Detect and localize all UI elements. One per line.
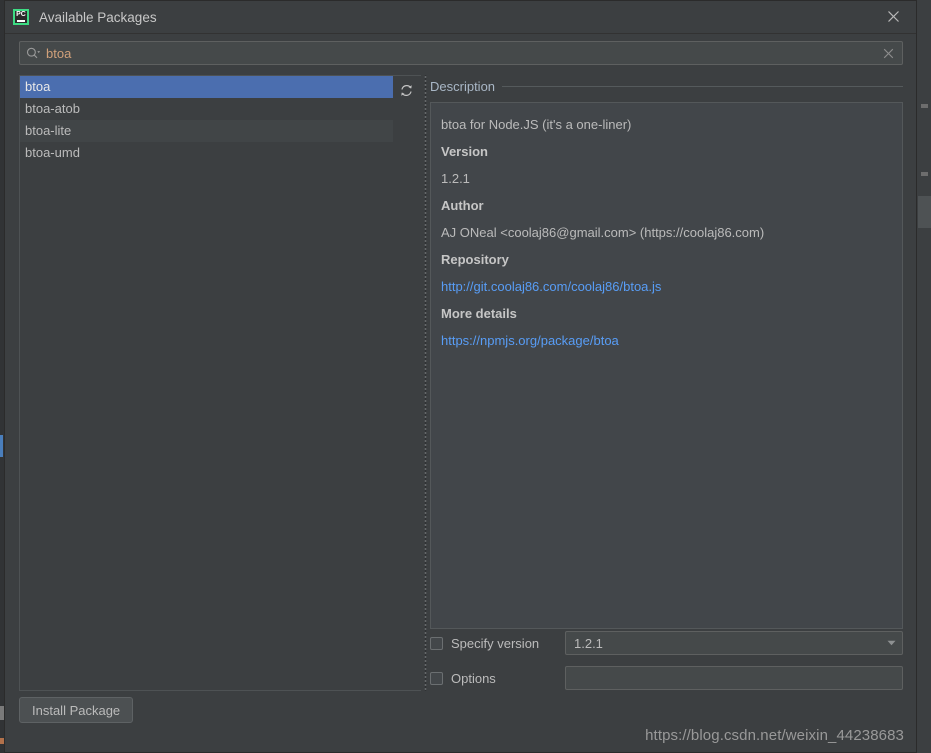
options-checkbox[interactable] [430,671,443,685]
description-value-version: 1.2.1 [441,171,470,186]
ide-right-gutter[interactable] [916,0,931,753]
install-package-button[interactable]: Install Package [19,697,134,723]
ide-gutter-marker [921,104,928,108]
search-field[interactable] [19,41,903,65]
description-legend: Description [430,79,903,94]
list-item-label: btoa-umd [25,145,80,160]
dialog-footer: Install Package https://blog.csdn.net/we… [5,689,916,752]
dialog-titlebar: PC Available Packages [5,1,916,34]
list-item-btoa-lite[interactable]: btoa-lite [20,120,393,142]
version-select[interactable]: 1.2.1 [565,631,903,655]
description-more-details-row: https://npmjs.org/package/btoa [441,327,892,354]
search-input[interactable] [46,45,874,61]
pycharm-icon: PC [13,9,29,25]
description-heading-repository: Repository [441,252,509,267]
dialog-title: Available Packages [39,9,157,25]
pycharm-icon-bar [17,20,25,22]
version-select-value: 1.2.1 [574,635,603,651]
specify-version-row: Specify version 1.2.1 [430,631,903,655]
specify-version-checkbox[interactable] [430,636,443,650]
options-input[interactable] [565,666,903,690]
repository-link[interactable]: http://git.coolaj86.com/coolaj86/btoa.js [441,273,661,300]
close-icon[interactable] [870,1,916,32]
description-legend-label: Description [430,79,496,94]
ide-left-marker [0,435,3,457]
list-item-btoa[interactable]: btoa [20,76,393,98]
watermark-text: https://blog.csdn.net/weixin_44238683 [645,727,904,744]
available-packages-dialog: PC Available Packages btoa btoa btoa-ato… [4,0,917,753]
dialog-content: btoa btoa-atob btoa-lite btoa-umd Descri… [19,75,903,691]
list-item-label: btoa-atob [25,101,80,116]
description-box[interactable]: btoa for Node.JS (it's a one-liner) Vers… [430,102,903,629]
options-row: Options [430,666,903,690]
description-heading-more-details: More details [441,306,517,321]
list-item-btoa-umd[interactable]: btoa-umd [20,142,393,164]
description-heading-version: Version [441,144,488,159]
description-summary: btoa for Node.JS (it's a one-liner) [441,117,632,132]
ide-gutter-marker [921,172,928,176]
list-toolbar [393,75,421,691]
pycharm-icon-label: PC [16,11,26,18]
options-label: Options [451,670,496,686]
description-panel: Description btoa for Node.JS (it's a one… [430,75,903,691]
more-details-link[interactable]: https://npmjs.org/package/btoa [441,327,619,354]
description-heading-author: Author [441,198,484,213]
list-item-label: btoa-lite [25,123,72,138]
ide-vertical-scrollbar[interactable] [918,196,931,228]
panel-splitter[interactable] [421,75,430,691]
install-options: Specify version 1.2.1 Options [430,631,903,691]
search-icon [20,47,46,60]
clear-icon[interactable] [874,48,902,59]
refresh-icon[interactable] [395,80,417,100]
list-item-btoa-atob[interactable]: btoa-atob [20,98,393,120]
list-item-label: btoa [25,79,51,94]
description-value-author: AJ ONeal <coolaj86@gmail.com> (https://c… [441,225,765,240]
specify-version-label: Specify version [451,635,540,651]
package-list[interactable]: btoa btoa-atob btoa-lite btoa-umd [19,75,393,691]
description-repository-row: http://git.coolaj86.com/coolaj86/btoa.js [441,273,892,300]
splitter-grip [424,75,427,691]
description-legend-rule [502,86,903,87]
chevron-down-icon [880,640,902,646]
